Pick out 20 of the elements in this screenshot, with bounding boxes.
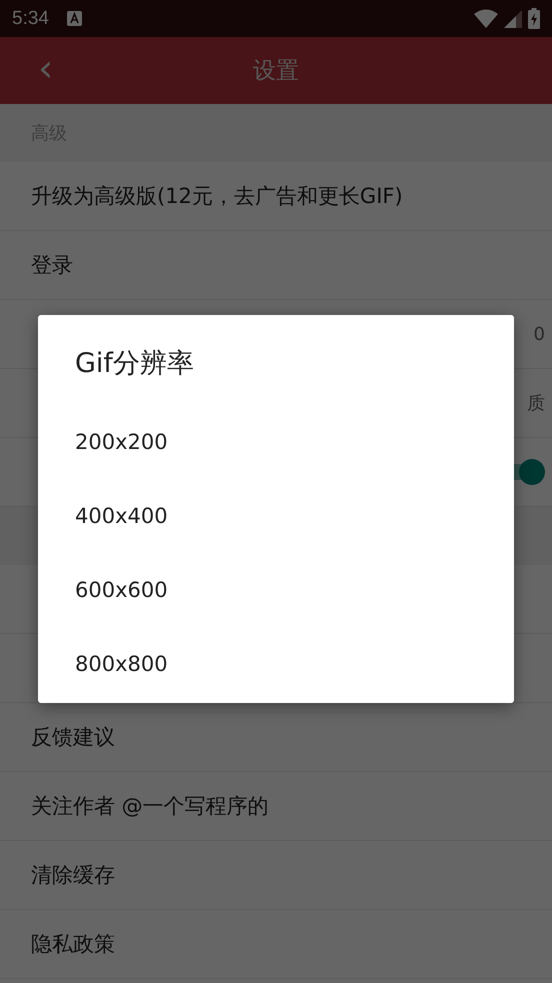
- row-label[interactable]: 登录: [31, 251, 521, 279]
- resolution-option[interactable]: 400x400: [38, 479, 514, 553]
- dialog-title: Gif分辨率: [74, 347, 194, 381]
- row-label[interactable]: 关注作者 @一个写程序的: [31, 792, 521, 820]
- battery-charging-icon: [528, 8, 540, 29]
- wifi-icon: [474, 9, 498, 28]
- screen-title: 设置: [253, 57, 299, 86]
- resolution-option[interactable]: 800x800: [38, 627, 514, 701]
- clock: 5:34: [12, 8, 49, 30]
- resolution-option[interactable]: 200x200: [38, 405, 514, 479]
- signal-icon: [504, 10, 522, 28]
- keyboard-notification-icon: [66, 11, 82, 26]
- row-label[interactable]: 隐私政策: [31, 930, 521, 958]
- row-label[interactable]: 反馈建议: [31, 723, 521, 751]
- row-label[interactable]: 清除缓存: [31, 861, 521, 889]
- row-value: 0: [534, 324, 545, 344]
- row-value: 质: [527, 392, 545, 415]
- back-button[interactable]: ‹: [32, 48, 60, 92]
- row-label[interactable]: 升级为高级版(12元，去广告和更长GIF): [31, 182, 521, 210]
- resolution-option[interactable]: 600x600: [38, 553, 514, 627]
